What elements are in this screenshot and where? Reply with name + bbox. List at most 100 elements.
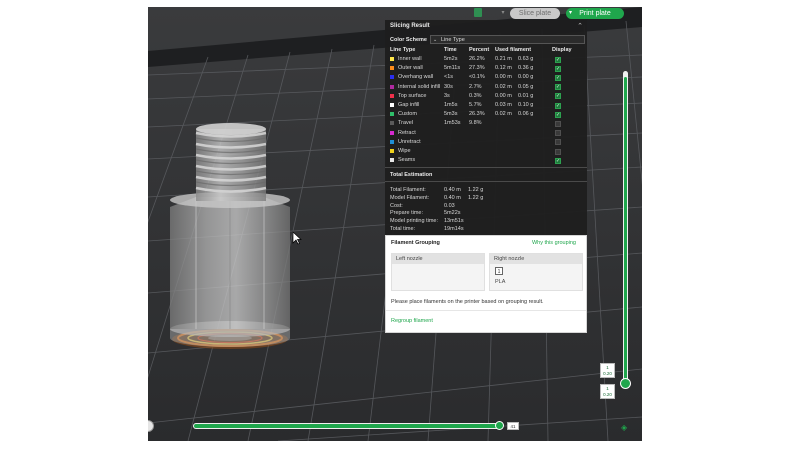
line-type-name: Unretract xyxy=(398,138,421,145)
line-type-row: Overhang wall <1s <0.1% 0.00 m 0.00 g xyxy=(385,73,587,83)
line-type-weight: 0.10 g xyxy=(518,102,534,108)
line-type-weight: 0.63 g xyxy=(518,56,534,62)
line-type-time: <1s xyxy=(444,74,454,81)
print-dropdown-chevron-icon[interactable]: ▾ xyxy=(566,8,575,19)
display-checkbox[interactable] xyxy=(555,92,561,101)
line-type-time: 5m11s xyxy=(444,65,461,72)
left-nozzle-label: Left nozzle xyxy=(392,254,484,264)
section-divider xyxy=(385,167,587,168)
line-type-length: 0.12 m xyxy=(495,65,512,72)
slicing-result-panel: Slicing Result ⌃ Color Scheme ⌄ Line Typ… xyxy=(385,20,587,235)
grouping-note: Please place filaments on the printer ba… xyxy=(391,299,544,305)
section-divider xyxy=(386,310,586,311)
line-type-row: Outer wall 5m11s 27.3% 0.12 m 0.36 g xyxy=(385,64,587,74)
why-this-grouping-link[interactable]: Why this grouping xyxy=(532,240,576,246)
display-checkbox[interactable] xyxy=(555,56,561,65)
line-type-swatch xyxy=(390,149,394,153)
right-nozzle-box: Right nozzle 1 PLA xyxy=(489,253,583,291)
filament-type-label: PLA xyxy=(495,279,506,285)
display-checkbox[interactable] xyxy=(555,157,561,166)
color-scheme-label: Color Scheme xyxy=(390,37,427,43)
display-checkbox[interactable] xyxy=(555,148,561,155)
line-type-row: Seams xyxy=(385,156,587,166)
collapse-icon[interactable]: ⌃ xyxy=(577,22,583,30)
estimation-row: Cost: 0.03 xyxy=(390,202,580,210)
display-checkbox[interactable] xyxy=(555,74,561,83)
estimation-row: Total time: 19m14s xyxy=(390,225,580,233)
line-type-length: 0.02 m xyxy=(495,111,512,118)
line-type-swatch xyxy=(390,112,394,117)
line-type-time: 30s xyxy=(444,83,453,90)
line-type-length: 0.03 m xyxy=(495,102,512,108)
display-checkbox[interactable] xyxy=(555,83,561,92)
line-type-row: Gap infill 1m5s 5.7% 0.03 m 0.10 g xyxy=(385,101,587,111)
display-checkbox[interactable] xyxy=(555,102,561,111)
line-type-name: Travel xyxy=(398,120,414,127)
estimation-weight: 1.22 g xyxy=(468,194,484,201)
layer-slider-handle[interactable] xyxy=(620,378,631,389)
regroup-filament-link[interactable]: Regroup filament xyxy=(391,318,433,324)
line-type-percent: 26.3% xyxy=(469,111,485,118)
filament-slot[interactable]: 1 xyxy=(495,267,503,275)
line-type-swatch xyxy=(390,139,394,144)
col-header-display: Display xyxy=(552,47,572,53)
move-slider-handle[interactable] xyxy=(495,421,504,430)
estimation-row: Total Filament: 0.40 m 1.22 g xyxy=(390,186,580,194)
total-estimation-title: Total Estimation xyxy=(390,172,433,178)
line-type-row: Internal solid infill 30s 2.7% 0.02 m 0.05 g xyxy=(385,83,587,92)
line-type-percent: 9.8% xyxy=(469,120,482,127)
display-checkbox[interactable] xyxy=(555,65,561,74)
layer-top-height: 0.20 xyxy=(603,371,612,376)
line-type-name: Wipe xyxy=(398,148,411,154)
line-type-swatch xyxy=(390,121,394,126)
slicing-result-title: Slicing Result xyxy=(390,23,430,29)
layers-icon[interactable]: ◈ xyxy=(621,423,630,432)
line-type-swatch xyxy=(390,93,394,98)
line-type-row: Unretract xyxy=(385,138,587,147)
3d-viewport[interactable]: ▾ Slice plate Print plate ▾ Slicing Resu… xyxy=(148,7,642,441)
color-scheme-select[interactable]: ⌄ Line Type xyxy=(430,35,585,44)
line-type-name: Outer wall xyxy=(398,65,423,72)
line-type-weight: 0.36 g xyxy=(518,65,534,72)
line-type-percent: 5.7% xyxy=(469,102,482,108)
plate-icon[interactable] xyxy=(474,8,482,17)
line-type-time: 1m53s xyxy=(444,120,461,127)
estimation-label: Total time: xyxy=(390,226,416,232)
filament-grouping-title: Filament Grouping xyxy=(391,240,440,246)
line-type-row: Inner wall 5m2s 26.2% 0.21 m 0.63 g xyxy=(385,55,587,65)
display-checkbox[interactable] xyxy=(555,120,561,127)
line-type-row: Wipe xyxy=(385,147,587,156)
estimation-value: 0.40 m xyxy=(444,194,461,201)
line-type-percent: 0.3% xyxy=(469,92,482,99)
line-type-percent: 26.2% xyxy=(469,56,485,62)
estimation-label: Prepare time: xyxy=(390,210,424,217)
estimation-value: 5m22s xyxy=(444,210,461,217)
line-type-row: Custom 5m3s 26.3% 0.02 m 0.06 g xyxy=(385,110,587,120)
display-checkbox[interactable] xyxy=(555,111,561,120)
line-type-length: 0.21 m xyxy=(495,56,512,62)
line-type-weight: 0.06 g xyxy=(518,111,534,118)
line-type-time: 5m2s xyxy=(444,56,458,62)
display-checkbox[interactable] xyxy=(555,139,561,146)
estimation-value: 0.40 m xyxy=(444,187,461,193)
line-type-swatch xyxy=(390,66,394,71)
line-type-name: Overhang wall xyxy=(398,74,434,81)
line-type-swatch xyxy=(390,57,394,61)
layer-top-label: 1 0.20 xyxy=(600,363,615,378)
move-slider-fill xyxy=(194,424,497,428)
line-type-swatch xyxy=(390,103,394,107)
line-type-name: Retract xyxy=(398,129,416,136)
line-type-time: 5m3s xyxy=(444,111,458,118)
line-type-weight: 0.00 g xyxy=(518,74,534,81)
chevron-down-icon[interactable]: ▾ xyxy=(498,8,508,19)
line-type-length: 0.00 m xyxy=(495,92,512,99)
estimation-label: Model printing time: xyxy=(390,218,438,225)
move-slider-label: 41 xyxy=(507,422,519,430)
slice-plate-button[interactable]: Slice plate xyxy=(510,8,560,19)
display-checkbox[interactable] xyxy=(555,130,561,137)
line-type-length: 0.02 m xyxy=(495,83,512,90)
mouse-cursor-icon xyxy=(292,231,302,245)
estimation-value: 13m51s xyxy=(444,218,464,225)
estimation-value: 19m14s xyxy=(444,226,464,232)
col-header-used-filament: Used filament xyxy=(495,47,532,53)
